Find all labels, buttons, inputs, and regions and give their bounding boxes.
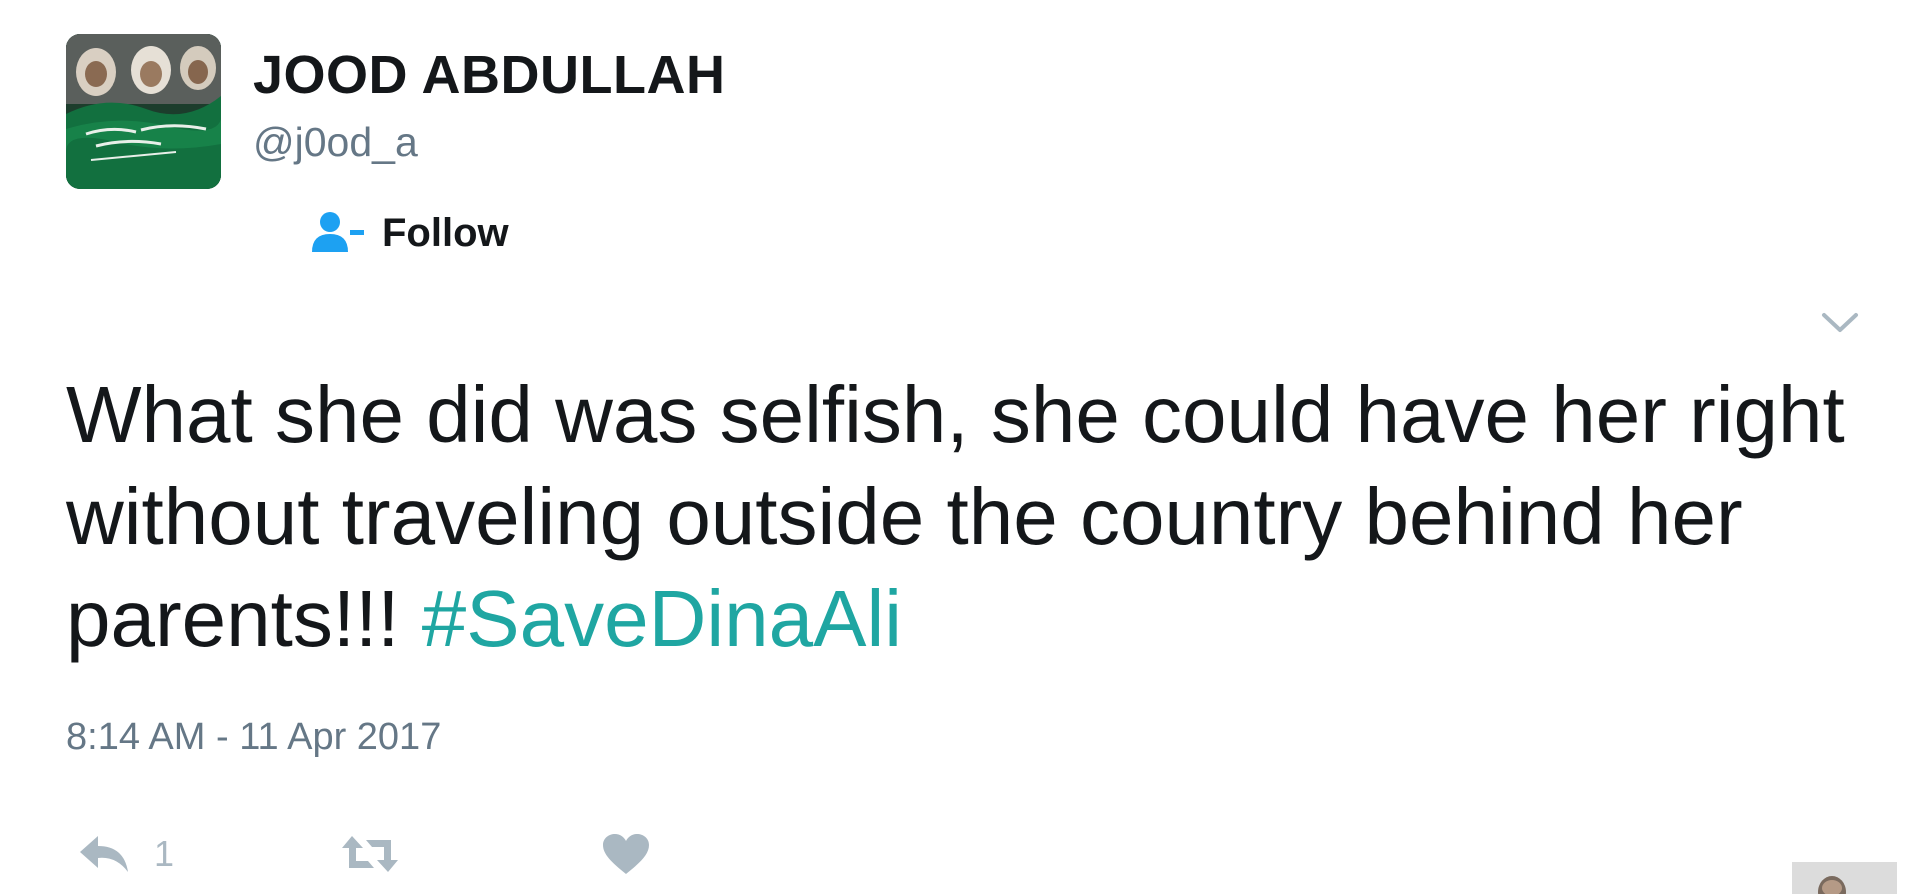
avatar-image bbox=[66, 34, 221, 189]
follow-user-icon bbox=[310, 210, 368, 256]
tweet-timestamp[interactable]: 8:14 AM - 11 Apr 2017 bbox=[66, 718, 441, 756]
retweet-icon bbox=[342, 836, 398, 872]
tweet-actions: 1 bbox=[76, 826, 776, 882]
tweet-text: What she did was selfish, she could have… bbox=[66, 364, 1876, 670]
reply-icon bbox=[80, 836, 128, 872]
more-options-button[interactable] bbox=[1818, 306, 1862, 340]
reply-count: 1 bbox=[154, 833, 175, 874]
username-handle[interactable]: @j0od_a bbox=[253, 122, 418, 163]
follow-label: Follow bbox=[382, 211, 509, 255]
chevron-down-icon bbox=[1822, 313, 1858, 332]
display-name[interactable]: JOOD ABDULLAH bbox=[253, 48, 726, 102]
hashtag-link[interactable]: #SaveDinaAli bbox=[422, 574, 902, 663]
avatar[interactable] bbox=[66, 34, 221, 189]
like-button[interactable] bbox=[601, 826, 673, 882]
heart-icon bbox=[603, 834, 649, 874]
thumbnail-image bbox=[1792, 862, 1897, 894]
retweet-button[interactable] bbox=[338, 826, 424, 882]
tweet-body: What she did was selfish, she could have… bbox=[66, 370, 1845, 663]
corner-thumbnail bbox=[1792, 862, 1897, 894]
reply-button[interactable]: 1 bbox=[76, 826, 174, 882]
follow-button[interactable]: Follow bbox=[310, 208, 509, 258]
